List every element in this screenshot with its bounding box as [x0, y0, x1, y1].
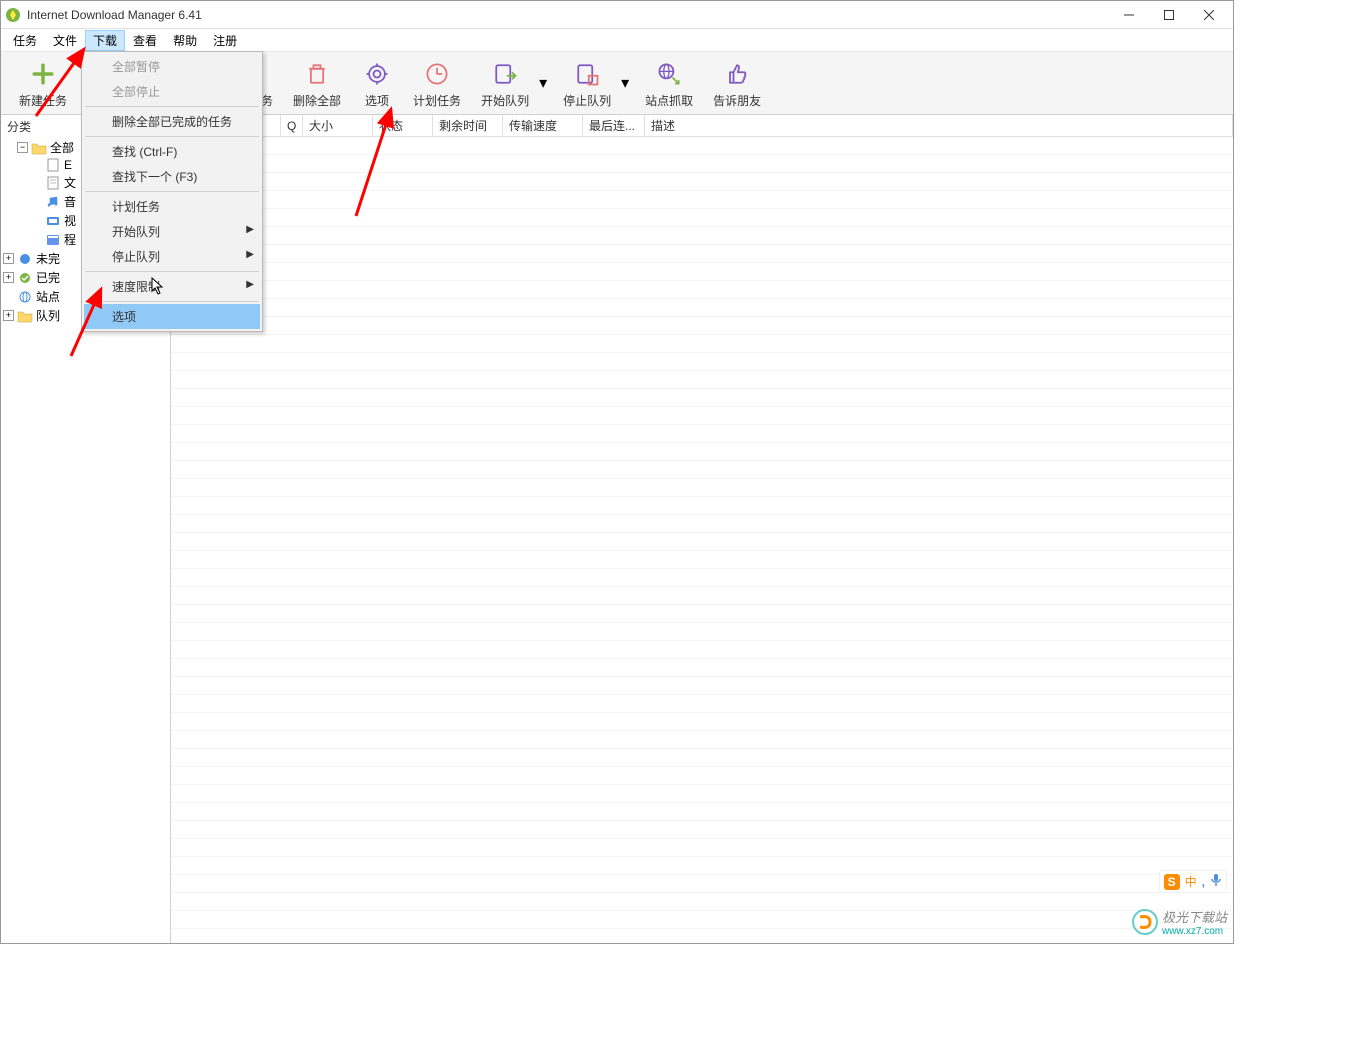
- chevron-right-icon: ▶: [246, 279, 254, 290]
- watermark-url: www.xz7.com: [1162, 926, 1227, 937]
- watermark-brand: 极光下载站: [1162, 907, 1227, 926]
- folder-icon: [17, 309, 33, 323]
- ime-indicator: S 中 ,: [1159, 870, 1227, 893]
- menu-separator: [85, 271, 259, 272]
- video-icon: [45, 214, 61, 228]
- minimize-button[interactable]: [1109, 1, 1149, 29]
- folder-icon: [31, 141, 47, 155]
- menu-speed-limit[interactable]: 速度限制▶: [84, 274, 260, 299]
- microphone-icon[interactable]: [1210, 873, 1222, 890]
- chevron-right-icon: ▶: [246, 224, 254, 235]
- tool-options[interactable]: 选项: [351, 56, 403, 111]
- plus-icon: [27, 58, 59, 90]
- tool-delete-all[interactable]: 删除全部: [283, 56, 351, 111]
- list-body[interactable]: [171, 137, 1233, 929]
- menu-separator: [85, 191, 259, 192]
- menu-file[interactable]: 文件: [45, 30, 85, 51]
- menu-stop-all[interactable]: 全部停止: [84, 79, 260, 104]
- tool-scheduler[interactable]: 计划任务: [403, 56, 471, 111]
- menu-separator: [85, 136, 259, 137]
- start-queue-dropdown[interactable]: ▾: [539, 73, 549, 93]
- menu-stop-queue[interactable]: 停止队列▶: [84, 244, 260, 269]
- app-icon: [5, 7, 21, 23]
- menu-tasks[interactable]: 任务: [5, 30, 45, 51]
- menu-register[interactable]: 注册: [205, 30, 245, 51]
- trash-all-icon: [301, 58, 333, 90]
- col-time-left[interactable]: 剩余时间: [433, 115, 503, 136]
- menu-start-queue[interactable]: 开始队列▶: [84, 219, 260, 244]
- menu-find-next[interactable]: 查找下一个 (F3): [84, 164, 260, 189]
- expander-icon[interactable]: +: [3, 310, 14, 321]
- menu-separator: [85, 301, 259, 302]
- menu-find[interactable]: 查找 (Ctrl-F): [84, 139, 260, 164]
- page-icon: [45, 158, 61, 172]
- menu-delete-completed[interactable]: 删除全部已完成的任务: [84, 109, 260, 134]
- list-header: Q 大小 状态 剩余时间 传输速度 最后连... 描述: [171, 115, 1233, 137]
- thumbs-icon: [721, 58, 753, 90]
- menu-options[interactable]: 选项: [84, 304, 260, 329]
- status-icon: [17, 252, 33, 266]
- close-button[interactable]: [1189, 1, 1229, 29]
- ime-lang[interactable]: 中: [1185, 873, 1197, 890]
- app-icon: [45, 233, 61, 247]
- tool-tell-friend[interactable]: 告诉朋友: [703, 56, 771, 111]
- col-speed[interactable]: 传输速度: [503, 115, 583, 136]
- expander-icon[interactable]: −: [17, 142, 28, 153]
- music-icon: [45, 195, 61, 209]
- col-last[interactable]: 最后连...: [583, 115, 645, 136]
- gear-icon: [361, 58, 393, 90]
- queue-stop-icon: [571, 58, 603, 90]
- watermark-icon: [1132, 909, 1158, 935]
- globe-icon: [17, 290, 33, 304]
- menu-help[interactable]: 帮助: [165, 30, 205, 51]
- menu-pause-all[interactable]: 全部暂停: [84, 54, 260, 79]
- window-title: Internet Download Manager 6.41: [27, 8, 1109, 22]
- clock-icon: [421, 58, 453, 90]
- titlebar: Internet Download Manager 6.41: [1, 1, 1233, 29]
- menu-view[interactable]: 查看: [125, 30, 165, 51]
- menu-separator: [85, 106, 259, 107]
- check-icon: [17, 271, 33, 285]
- expander-icon[interactable]: +: [3, 253, 14, 264]
- menu-download[interactable]: 下载: [85, 30, 125, 51]
- page-icon: [45, 176, 61, 190]
- expander-icon[interactable]: +: [3, 272, 14, 283]
- col-q[interactable]: Q: [281, 115, 303, 136]
- col-description[interactable]: 描述: [645, 115, 1233, 136]
- tool-new-task[interactable]: 新建任务: [9, 56, 77, 111]
- maximize-button[interactable]: [1149, 1, 1189, 29]
- ime-punct[interactable]: ,: [1202, 875, 1205, 889]
- col-status[interactable]: 状态: [373, 115, 433, 136]
- stop-queue-dropdown[interactable]: ▾: [621, 73, 631, 93]
- col-size[interactable]: 大小: [303, 115, 373, 136]
- menu-scheduler[interactable]: 计划任务: [84, 194, 260, 219]
- menubar: 任务 文件 下载 查看 帮助 注册: [1, 29, 1233, 51]
- chevron-right-icon: ▶: [246, 249, 254, 260]
- tool-grabber[interactable]: 站点抓取: [635, 56, 703, 111]
- queue-start-icon: [489, 58, 521, 90]
- watermark: 极光下载站 www.xz7.com: [1132, 907, 1227, 937]
- window-controls: [1109, 1, 1229, 29]
- ime-logo[interactable]: S: [1164, 874, 1180, 890]
- download-menu-dropdown: 全部暂停 全部停止 删除全部已完成的任务 查找 (Ctrl-F) 查找下一个 (…: [81, 51, 263, 332]
- file-list: Q 大小 状态 剩余时间 传输速度 最后连... 描述: [171, 115, 1233, 943]
- grab-icon: [653, 58, 685, 90]
- tool-start-queue[interactable]: 开始队列: [471, 56, 539, 111]
- tool-stop-queue[interactable]: 停止队列: [553, 56, 621, 111]
